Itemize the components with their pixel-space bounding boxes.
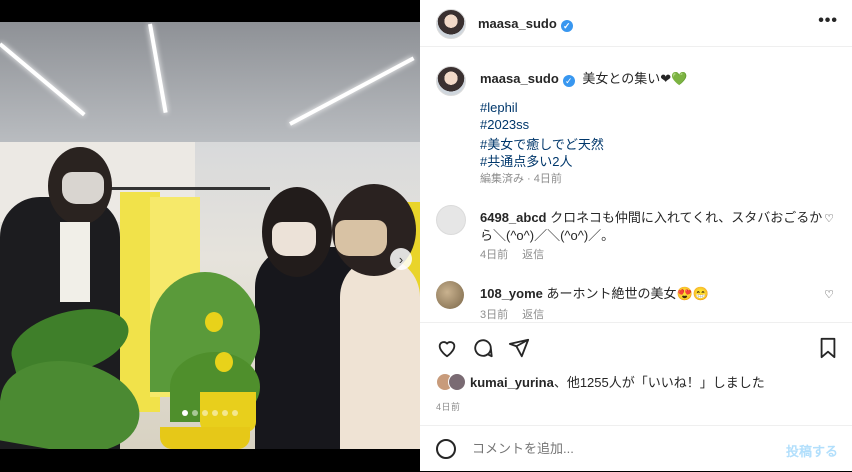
comment-body: 108_yome あーホント絶世の美女😍😁 (480, 285, 830, 303)
emoji-icon[interactable] (436, 439, 456, 459)
comment-meta: 3日前 返信 (480, 306, 544, 322)
add-comment-bar: 投稿する (420, 425, 852, 472)
hashtag-link[interactable]: #lephil (480, 100, 518, 115)
photo-shirt (60, 222, 90, 302)
caption-header: maasa_sudo ✓ 美女との集い❤︎💚 (480, 68, 687, 87)
photo-lemon (205, 312, 223, 332)
comment-bubble-icon[interactable] (472, 337, 494, 364)
like-heart-icon[interactable] (436, 337, 458, 364)
commenter-username[interactable]: 6498_abcd (480, 210, 547, 225)
caption-text: 美女との集い❤︎💚 (582, 71, 688, 86)
author-name-wrap: maasa_sudo ✓ (478, 16, 573, 32)
photo-yellow-pot (160, 427, 250, 449)
caption-username[interactable]: maasa_sudo (480, 71, 559, 86)
comment-meta: 4日前 返信 (480, 246, 544, 262)
photo-face-mask (272, 222, 316, 256)
comment-body: 6498_abcd クロネコも仲間に入れてくれ、スタバおごるから＼(^o^)／＼… (480, 209, 830, 245)
liker-avatar (448, 373, 466, 391)
photo-face-mask (62, 172, 104, 204)
post-photo-panel: › (0, 0, 420, 471)
author-avatar[interactable] (436, 9, 466, 39)
caption-avatar[interactable] (436, 66, 466, 96)
commenter-avatar[interactable] (436, 205, 466, 235)
photo-lemon (215, 352, 233, 372)
commenter-username[interactable]: 108_yome (480, 286, 543, 301)
liker-username[interactable]: kumai_yurina (470, 375, 554, 390)
next-photo-button[interactable]: › (390, 248, 412, 270)
post-side-panel: maasa_sudo ✓ ••• maasa_sudo ✓ 美女との集い❤︎💚 #l… (420, 0, 852, 471)
share-send-icon[interactable] (508, 337, 530, 364)
verified-badge-icon: ✓ (562, 75, 575, 87)
post-photo[interactable]: › (0, 22, 420, 449)
comment-item: 6498_abcd クロネコも仲間に入れてくれ、スタバおごるから＼(^o^)／＼… (436, 205, 846, 265)
photo-clothing-rack (110, 187, 270, 190)
hashtag-link[interactable]: #2023ss (480, 117, 529, 132)
carousel-dot (182, 410, 188, 416)
post-comment-button[interactable]: 投稿する (786, 441, 838, 460)
post-header: maasa_sudo ✓ ••• (420, 0, 852, 47)
commenter-avatar[interactable] (436, 281, 464, 309)
comment-input[interactable] (470, 440, 774, 457)
more-options-icon[interactable]: ••• (818, 12, 838, 30)
post-date: 4日前 (436, 402, 461, 412)
verified-badge-icon: ✓ (560, 20, 573, 32)
instagram-post-modal: › maasa_sudo ✓ ••• maasa_sudo ✓ 美女との集い❤︎💚 … (0, 0, 852, 471)
photo-ceiling (0, 22, 420, 142)
comment-item: 108_yome あーホント絶世の美女😍😁 3日前 返信 ♡ (436, 281, 846, 321)
comment-time: 4日前 (480, 249, 509, 261)
carousel-dot (202, 410, 208, 416)
save-bookmark-icon[interactable] (818, 337, 838, 364)
caption-edited-time: 編集済み · 4日前 (480, 173, 562, 185)
carousel-indicator (0, 403, 420, 421)
photo-face-mask (335, 220, 387, 256)
carousel-dot (212, 410, 218, 416)
carousel-dot (232, 410, 238, 416)
likes-summary: kumai_yurina、他1255人が「いいね！」しました (436, 372, 765, 391)
like-comment-heart-icon[interactable]: ♡ (824, 212, 834, 225)
hashtag-link[interactable]: #共通点多い2人 (480, 151, 572, 170)
comment-time: 3日前 (480, 309, 509, 321)
likes-text[interactable]: 、他1255人が「いいね！」しました (554, 375, 765, 390)
comment-text: あーホント絶世の美女😍😁 (546, 286, 709, 301)
carousel-dot (222, 410, 228, 416)
author-username[interactable]: maasa_sudo (478, 16, 557, 31)
reply-button[interactable]: 返信 (522, 249, 544, 261)
carousel-dot (192, 410, 198, 416)
like-comment-heart-icon[interactable]: ♡ (824, 288, 834, 301)
reply-button[interactable]: 返信 (522, 309, 544, 321)
